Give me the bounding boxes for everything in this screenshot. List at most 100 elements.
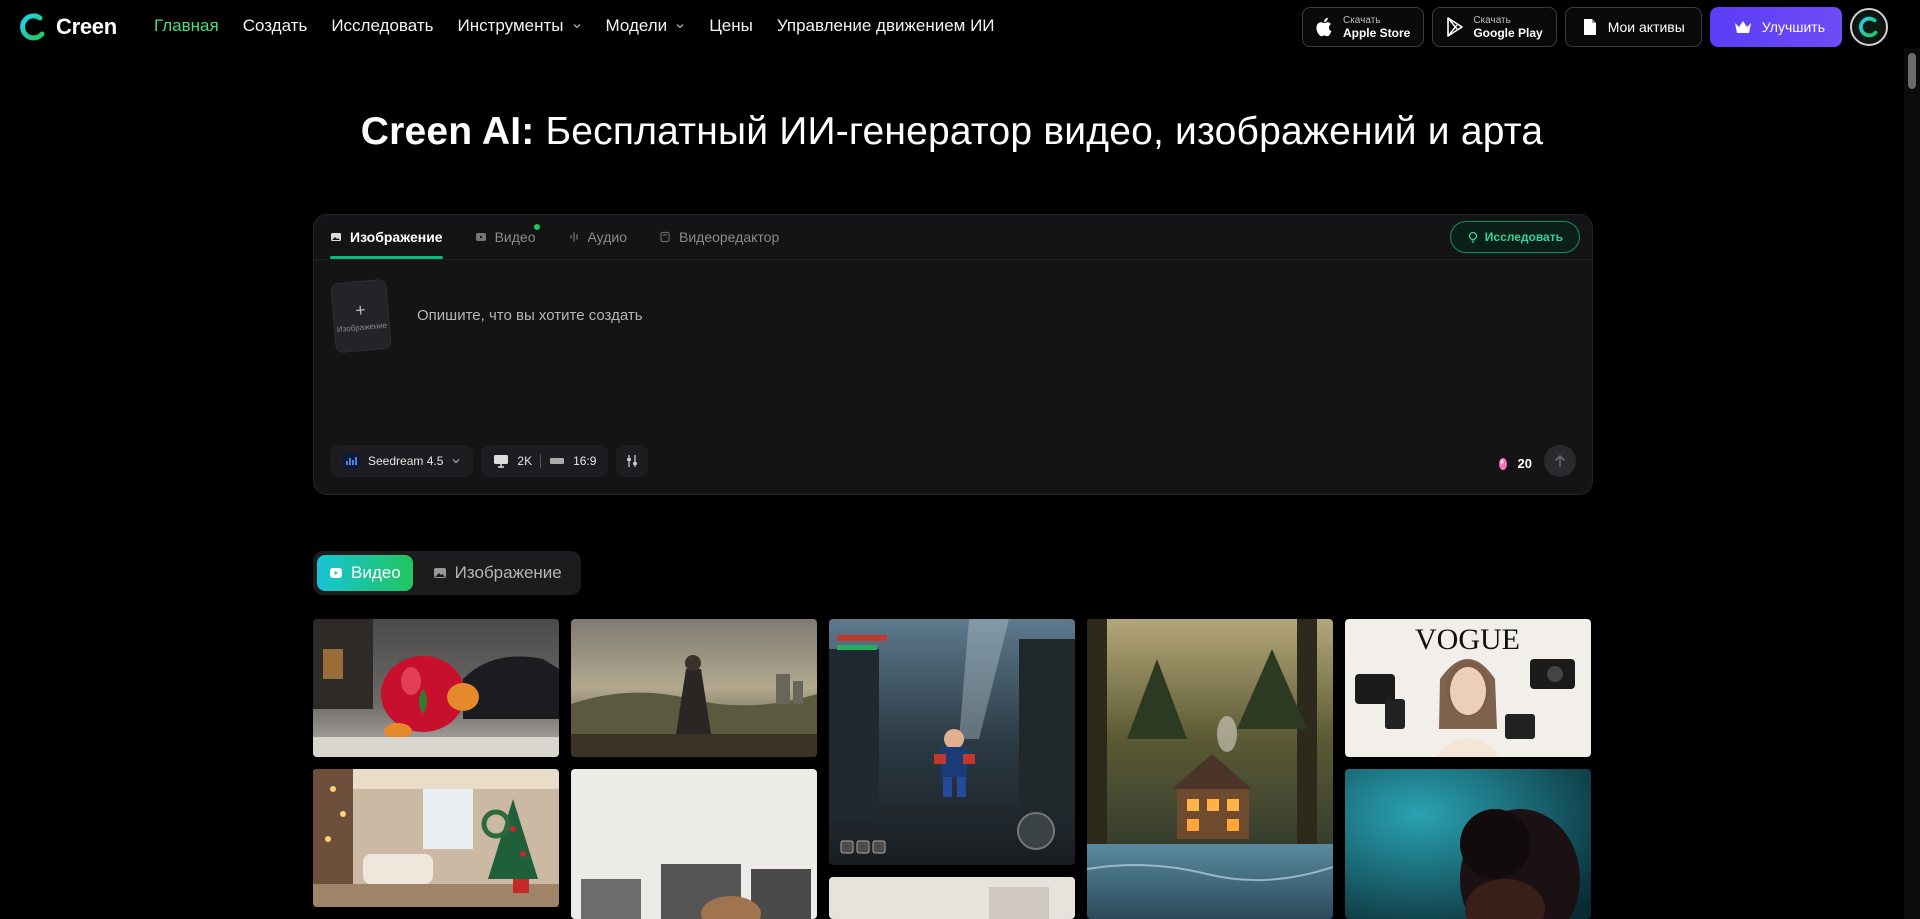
brand-logo[interactable]: Creen [18,12,117,42]
nav-models-label: Модели [605,16,668,35]
page-scrollbar[interactable] [1904,48,1920,919]
seedream-model-icon [343,453,359,469]
generate-submit-button[interactable] [1544,445,1576,477]
explore-button[interactable]: Исследовать [1449,221,1580,253]
tab-video-label: Видео [494,229,536,245]
nav-models[interactable]: Модели [606,16,686,36]
generator-panel: Изображение Видео Аудио Видеоредактор Ис… [313,214,1593,495]
image-upload-card[interactable]: + Изображение [330,278,392,354]
apple-store-text: Скачать Apple Store [1343,15,1410,40]
avatar-logo-icon [1855,13,1883,41]
vogue-cover-thumbnail: VOGUE [1345,619,1591,757]
page-title: Creen AI: Бесплатный ИИ-генератор видео,… [0,110,1904,154]
tile-neon-portrait[interactable] [1345,769,1591,919]
lightbulb-icon [1468,231,1477,243]
tile-game-runner[interactable] [829,619,1075,865]
plus-icon: + [354,299,367,320]
cat-in-tomato-thumbnail [313,619,559,757]
my-assets-button[interactable]: Мои активы [1564,7,1702,47]
toggle-image-label: Изображение [454,563,562,582]
nav-pricing[interactable]: Цены [709,16,753,36]
user-avatar[interactable] [1850,8,1888,46]
nav-explore[interactable]: Исследовать [331,16,433,36]
tab-audio-label: Аудио [587,229,628,245]
tab-video-editor-label: Видеоредактор [679,229,780,245]
arrow-up-icon [1555,454,1565,467]
title-rest: Бесплатный ИИ-генератор видео, изображен… [534,110,1544,153]
creen-logo-icon [20,13,45,41]
chevron-down-icon [676,24,684,29]
upload-label: Изображение [336,320,388,334]
google-play-button[interactable]: Скачать Google Play [1432,7,1557,47]
tile-gallery-woman[interactable] [571,769,817,919]
apple-icon [1316,17,1332,37]
tile-vogue-cover[interactable]: VOGUE [1345,619,1591,757]
upgrade-label: Улучшить [1761,19,1825,35]
aspect-ratio-icon [550,458,565,464]
tab-audio[interactable]: Аудио [568,229,628,259]
nav-create[interactable]: Создать [243,16,308,36]
prompt-input[interactable] [417,295,1517,335]
model-selector[interactable]: Seedream 4.5 [330,445,474,477]
credits-cost: 20 [1498,456,1532,471]
apple-store-small: Скачать [1342,14,1381,26]
knight-landscape-thumbnail [571,619,817,757]
google-play-icon [1447,17,1464,37]
nav-home[interactable]: Главная [154,16,219,36]
gallery-media-toggle: Видео Изображение [313,551,581,595]
scrollbar-thumb[interactable] [1908,53,1916,89]
nav-home-label: Главная [154,16,219,35]
gallery-woman-thumbnail [571,769,817,919]
title-brand: Creen AI: [360,110,535,153]
tab-image-label: Изображение [350,229,443,245]
nav-motion-control[interactable]: Управление движением ИИ [777,16,995,36]
crown-icon [1734,21,1751,33]
resolution-value: 2K [517,454,533,468]
upgrade-button[interactable]: Улучшить [1709,7,1842,47]
toggle-video-label: Видео [351,563,401,582]
image-icon [331,233,341,241]
tile-cat-tomato[interactable] [313,619,559,757]
google-play-small: Скачать [1473,14,1511,26]
advanced-settings-button[interactable] [616,445,649,477]
chevron-down-icon [573,24,580,29]
tab-video-editor[interactable]: Видеоредактор [659,229,779,259]
nav-actions: Скачать Apple Store Скачать Google Play … [1301,7,1888,47]
nav-tools-label: Инструменты [457,16,564,35]
tab-image[interactable]: Изображение [330,229,443,259]
my-assets-label: Мои активы [1607,19,1685,35]
credit-gem-icon [1498,457,1507,470]
tile-christmas-room[interactable] [313,769,559,907]
top-navbar: Creen Главная Создать Исследовать Инстру… [0,0,1904,54]
google-play-text: Скачать Google Play [1473,15,1542,40]
forest-cabin-thumbnail [1087,619,1333,919]
tile-forest-cabin[interactable] [1087,619,1333,919]
credits-value: 20 [1517,456,1532,471]
nav-create-label: Создать [242,16,308,35]
kitchen-thumbnail [829,877,1075,919]
video-icon [330,568,342,578]
sliders-icon [627,455,638,467]
image-icon [433,568,446,578]
neon-portrait-thumbnail [1345,769,1591,919]
toggle-image[interactable]: Изображение [421,555,574,591]
resolution-aspect-selector[interactable]: 2K 16:9 [481,445,609,477]
main-nav: Главная Создать Исследовать Инструменты … [154,16,995,36]
tile-kitchen[interactable] [829,877,1075,919]
nav-pricing-label: Цены [709,16,753,35]
video-icon [475,233,486,241]
apple-store-button[interactable]: Скачать Apple Store [1301,7,1425,47]
christmas-room-thumbnail [313,769,559,907]
new-indicator-dot [533,224,540,230]
chevron-down-icon [452,459,460,464]
explore-button-label: Исследовать [1484,230,1563,244]
apple-store-big: Apple Store [1342,25,1411,40]
toggle-video[interactable]: Видео [317,555,413,591]
nav-motion-control-label: Управление движением ИИ [776,16,995,35]
nav-tools[interactable]: Инструменты [458,16,582,36]
google-play-big: Google Play [1473,25,1543,40]
aspect-value: 16:9 [573,454,597,468]
tab-video[interactable]: Видео [475,224,540,259]
generation-controls: Seedream 4.5 2K 16:9 [330,445,649,477]
tile-knight-landscape[interactable] [571,619,817,757]
